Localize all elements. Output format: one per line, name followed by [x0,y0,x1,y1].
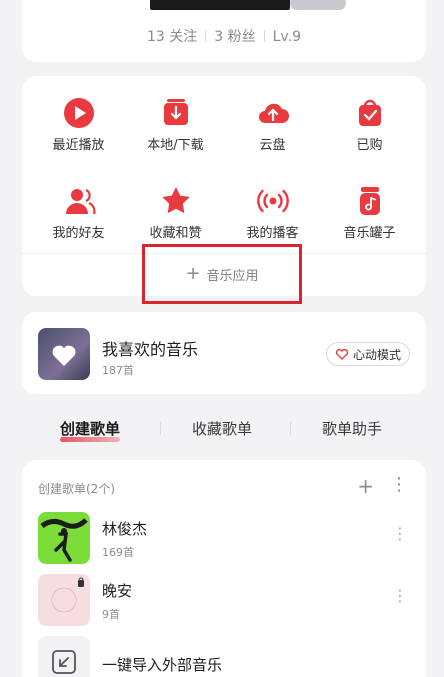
liked-music-title: 我喜欢的音乐 [102,340,199,359]
grid-label: 音乐罐子 [343,226,396,241]
playlist-cover [38,512,90,564]
playlist-name: 晚安 [102,582,133,600]
add-music-app-button[interactable]: + 音乐应用 [142,244,302,304]
grid-item-purchased[interactable]: 已购 [319,96,420,153]
tab-created-playlists[interactable]: 创建歌单 [60,418,121,442]
more-options-icon[interactable]: ⋮ [390,474,408,495]
star-icon [161,187,190,214]
tab-label: 创建歌单 [60,420,121,438]
quick-access-grid: 最近播放 本地/下载 云盘 已购 我的好友 收藏和赞 我的播客 音乐罐子 + 音… [22,76,426,304]
friends-icon [65,188,96,215]
created-playlists-card: 创建歌单(2个) + ⋮ 林俊杰 169首 ⋮ 晚安 9首 ⋮ 一键导入外部音乐 [22,460,426,677]
grid-item-favorites[interactable]: 收藏和赞 [125,184,226,241]
playlist-name: 林俊杰 [102,520,148,538]
grid-label: 收藏和赞 [149,226,202,241]
heart-mode-button[interactable]: 心动模式 [325,342,410,366]
liked-music-cover [38,328,90,380]
tab-separator [160,422,161,435]
grid-label: 我的好友 [52,226,105,241]
profile-stats: 13 关注 3 粉丝 Lv.9 [22,26,426,46]
grid-label: 我的播客 [246,226,299,241]
tab-separator [290,422,291,435]
grid-item-recent[interactable]: 最近播放 [28,96,129,153]
playlist-section-header: 创建歌单(2个) [38,482,115,496]
music-jar-icon [359,187,380,215]
liked-music-count: 187首 [102,364,134,377]
tab-label: 收藏歌单 [192,420,253,438]
grid-label: 云盘 [259,138,286,153]
active-tab-underline [60,437,121,442]
grid-label: 已购 [356,138,383,153]
playlist-cover [38,574,90,626]
grid-label: 最近播放 [52,138,105,153]
username-redacted [150,0,290,10]
profile-card[interactable]: 13 关注 3 粉丝 Lv.9 [22,0,426,62]
grid-item-local[interactable]: 本地/下载 [125,96,226,153]
recent-play-icon [63,98,94,128]
liked-music-card[interactable]: 我喜欢的音乐 187首 心动模式 [22,312,426,394]
purchased-bag-icon [358,99,381,126]
grid-item-cloud[interactable]: 云盘 [222,96,323,153]
playlist-count: 169首 [102,546,134,559]
heart-mode-label: 心动模式 [352,347,401,362]
import-icon [52,650,76,674]
import-icon-box [38,636,90,677]
heart-icon [52,345,76,366]
playlist-tabs: 创建歌单 收藏歌单 歌单助手 [22,418,426,452]
tab-playlist-assistant[interactable]: 歌单助手 [322,418,382,439]
add-app-label: 音乐应用 [206,268,259,284]
heart-outline-icon [335,348,349,360]
grid-item-podcast[interactable]: 我的播客 [222,184,323,241]
podcast-icon [256,189,289,213]
following-count[interactable]: 13 关注 [147,29,197,45]
more-options-icon[interactable]: ⋮ [392,526,408,542]
tab-collected-playlists[interactable]: 收藏歌单 [192,418,252,439]
grid-item-music-jar[interactable]: 音乐罐子 [319,184,420,241]
playlist-row[interactable]: 林俊杰 169首 ⋮ [22,512,426,572]
more-options-icon[interactable]: ⋮ [392,588,408,604]
follower-count[interactable]: 3 粉丝 [214,29,255,45]
import-external-music[interactable]: 一键导入外部音乐 [22,636,426,677]
grid-item-friends[interactable]: 我的好友 [28,184,129,241]
import-label: 一键导入外部音乐 [102,656,223,674]
cloud-icon [258,103,289,123]
user-level[interactable]: Lv.9 [273,29,301,45]
playlist-row[interactable]: 晚安 9首 ⋮ [22,574,426,634]
add-playlist-icon[interactable]: + [357,474,374,498]
grid-label: 本地/下载 [147,138,204,153]
plus-icon: + [185,263,201,284]
tab-label: 歌单助手 [322,420,383,438]
local-download-icon [163,99,188,125]
vip-badge [290,0,346,10]
playlist-count: 9首 [102,608,120,621]
